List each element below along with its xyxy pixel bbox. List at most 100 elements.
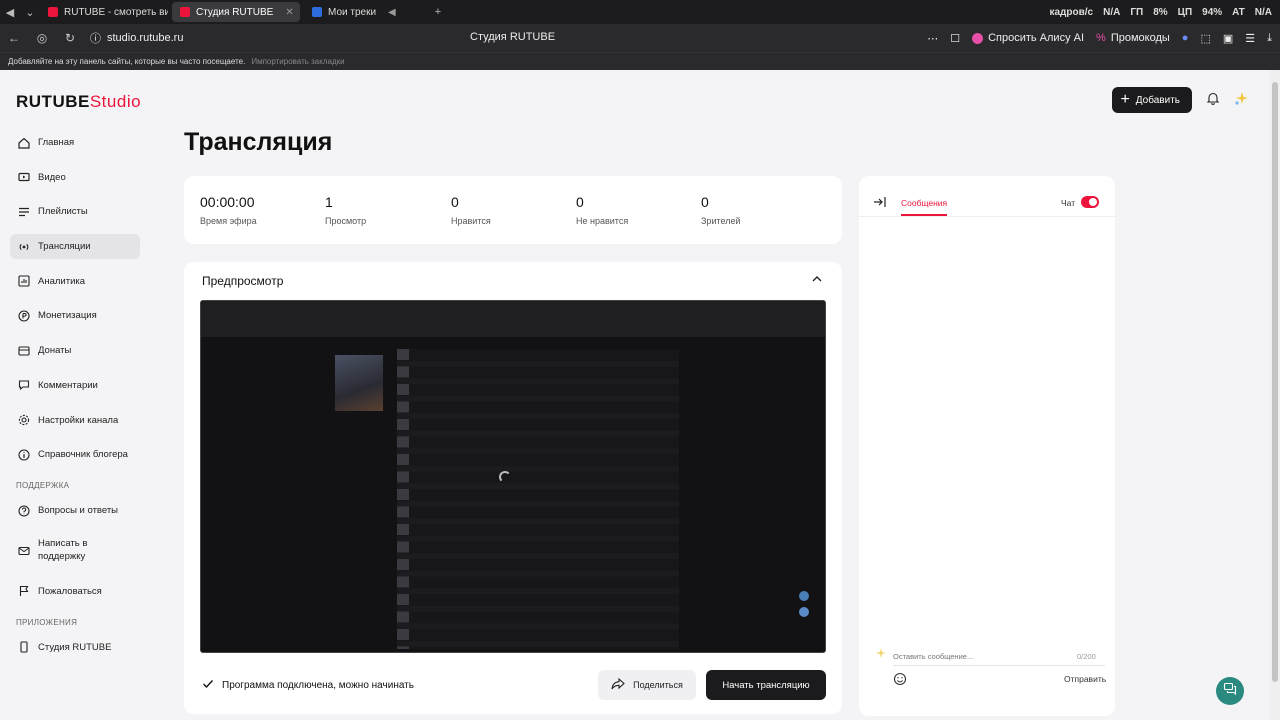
page-title: Трансляция: [184, 128, 333, 156]
stat-label: Просмотр: [325, 216, 367, 226]
question-icon: [17, 504, 31, 518]
extensions-icon[interactable]: ⬚: [1200, 32, 1210, 45]
sidebar-item-label: Написать в поддержку: [38, 538, 88, 562]
stat-viewers: 0 Зрителей: [701, 194, 740, 226]
home-icon: [17, 136, 31, 150]
site-info-icon[interactable]: ⓘ: [90, 30, 101, 46]
bell-icon[interactable]: [1206, 91, 1220, 110]
preview-title: Предпросмотр: [202, 274, 284, 288]
sidebar-item-label: Трансляции: [38, 241, 91, 253]
back-icon[interactable]: ←: [0, 31, 28, 45]
sparkle-icon[interactable]: [1234, 90, 1250, 111]
stats-card: 00:00:00 Время эфира 1 Просмотр 0 Нравит…: [184, 176, 842, 244]
support-chat-button[interactable]: [1216, 677, 1244, 705]
logo-suffix: Studio: [89, 92, 142, 111]
stat-airtime: 00:00:00 Время эфира: [200, 194, 257, 226]
stat-likes: 0 Нравится: [451, 194, 491, 226]
start-broadcast-button[interactable]: Начать трансляцию: [706, 670, 826, 700]
track-thumbs: [397, 349, 409, 649]
sidebar-item-label: Вопросы и ответы: [38, 505, 119, 517]
share-button[interactable]: Поделиться: [598, 670, 696, 700]
info-icon: [17, 448, 31, 462]
collapse-chat-icon[interactable]: [873, 195, 887, 209]
collections-icon[interactable]: ☰: [1245, 32, 1255, 45]
sidebar-item-comments[interactable]: Комментарии: [10, 373, 140, 398]
sidebar-item-label: Донаты: [38, 345, 72, 357]
stream-preview-video[interactable]: [200, 300, 826, 653]
add-button[interactable]: + Добавить: [1112, 87, 1192, 113]
loading-spinner-icon: [499, 471, 511, 483]
connection-status: Программа подключена, можно начинать: [202, 678, 414, 693]
sidebar-item-broadcasts[interactable]: Трансляции: [10, 234, 140, 260]
cpu-label: ЦП: [1177, 6, 1193, 18]
video-icon: [17, 170, 31, 184]
stat-label: Зрителей: [701, 216, 741, 226]
apps-section-label: ПРИЛОЖЕНИЯ: [16, 617, 78, 627]
globe-icon: [799, 591, 809, 601]
fps-label: кадров/с: [1049, 6, 1094, 18]
bookmarks-bar: Добавляйте на эту панель сайты, которые …: [0, 52, 1280, 70]
sidebar-item-label: Комментарии: [38, 379, 98, 391]
gear-icon: [17, 413, 31, 427]
sidebar-item-monetization[interactable]: Монетизация: [10, 303, 140, 328]
vk-favicon-icon: [312, 7, 322, 17]
studio-favicon-icon: [180, 7, 190, 17]
sidebar-item-report[interactable]: Пожаловаться: [10, 579, 140, 604]
tab-tracks[interactable]: Мои треки ◀: [304, 2, 424, 22]
chat-toggle[interactable]: [1081, 196, 1099, 208]
more-icon[interactable]: ⋯: [927, 32, 938, 45]
shield-icon[interactable]: ◎: [28, 31, 56, 45]
page-scrollbar[interactable]: [1270, 70, 1280, 720]
sidebar-item-video[interactable]: Видео: [10, 165, 140, 190]
tabs-dropdown-icon[interactable]: ⌄: [20, 2, 40, 22]
tab-label: RUTUBE - смотреть видео: [64, 6, 168, 18]
sidebar-item-blogger-guide[interactable]: Справочник блогера: [10, 442, 140, 467]
stat-dislikes: 0 Не нравится: [576, 194, 628, 226]
sidebar-item-playlists[interactable]: Плейлисты: [10, 199, 140, 224]
stat-value: 00:00:00: [200, 194, 255, 210]
ai-icon[interactable]: ●: [1182, 32, 1189, 44]
message-input[interactable]: [893, 648, 1105, 666]
alisa-button[interactable]: Спросить Алису AI: [972, 32, 1084, 44]
mute-tab-icon[interactable]: ◀: [388, 7, 396, 18]
browser-menu-icon[interactable]: ◀: [0, 2, 20, 22]
download-icon[interactable]: ⤓: [1267, 32, 1272, 45]
tab-studio[interactable]: Студия RUTUBE ✕: [172, 2, 300, 22]
url-field[interactable]: ⓘ studio.rutube.ru: [90, 30, 183, 46]
browser-page-title: Студия RUTUBE: [470, 31, 556, 43]
sidebar-item-label: Настройки канала: [38, 414, 119, 426]
chevron-up-icon[interactable]: [810, 272, 824, 286]
sidebar-item-contact-support[interactable]: Написать в поддержку: [10, 533, 140, 569]
reload-icon[interactable]: ↻: [56, 31, 84, 45]
chart-icon: [17, 274, 31, 288]
tab-rutube[interactable]: RUTUBE - смотреть видео: [40, 2, 168, 22]
stat-value: 0: [576, 194, 584, 210]
send-button[interactable]: Отправить: [1064, 674, 1106, 684]
bookmark-icon[interactable]: ☐: [950, 32, 960, 45]
sidebar-item-label: Студия RUTUBE: [38, 641, 112, 653]
char-counter: 0/200: [1077, 652, 1096, 661]
rutube-studio-logo[interactable]: RUTUBEStudio: [16, 92, 141, 112]
alisa-label: Спросить Алису AI: [988, 32, 1085, 44]
new-tab-icon[interactable]: +: [428, 2, 448, 22]
sidebar-item-faq[interactable]: Вопросы и ответы: [10, 498, 140, 523]
check-icon: [202, 678, 214, 693]
import-bookmarks-link[interactable]: Импортировать закладки: [251, 57, 344, 66]
sidebar-item-donations[interactable]: Донаты: [10, 338, 140, 363]
screenshot-icon[interactable]: ▣: [1223, 32, 1233, 45]
browser-addressbar: ← ◎ ↻ ⓘ studio.rutube.ru Студия RUTUBE ⋯…: [0, 24, 1280, 52]
sidebar-item-channel-settings[interactable]: Настройки канала: [10, 408, 140, 433]
tab-label: Студия RUTUBE: [196, 6, 274, 18]
fps-value: N/A: [1103, 6, 1121, 18]
track-list: [397, 349, 679, 649]
bookmarks-hint: Добавляйте на эту панель сайты, которые …: [8, 57, 246, 66]
emoji-icon[interactable]: [893, 672, 909, 688]
broadcast-icon: [17, 240, 31, 254]
sidebar-item-analytics[interactable]: Аналитика: [10, 269, 140, 294]
close-tab-icon[interactable]: ✕: [285, 7, 293, 18]
scrollbar-thumb[interactable]: [1272, 82, 1278, 682]
sidebar-item-home[interactable]: Главная: [10, 130, 140, 155]
sidebar-item-studio-app[interactable]: Студия RUTUBE: [10, 635, 140, 660]
tab-messages[interactable]: Сообщения: [901, 198, 947, 208]
promo-button[interactable]: % Промокоды: [1096, 32, 1170, 44]
